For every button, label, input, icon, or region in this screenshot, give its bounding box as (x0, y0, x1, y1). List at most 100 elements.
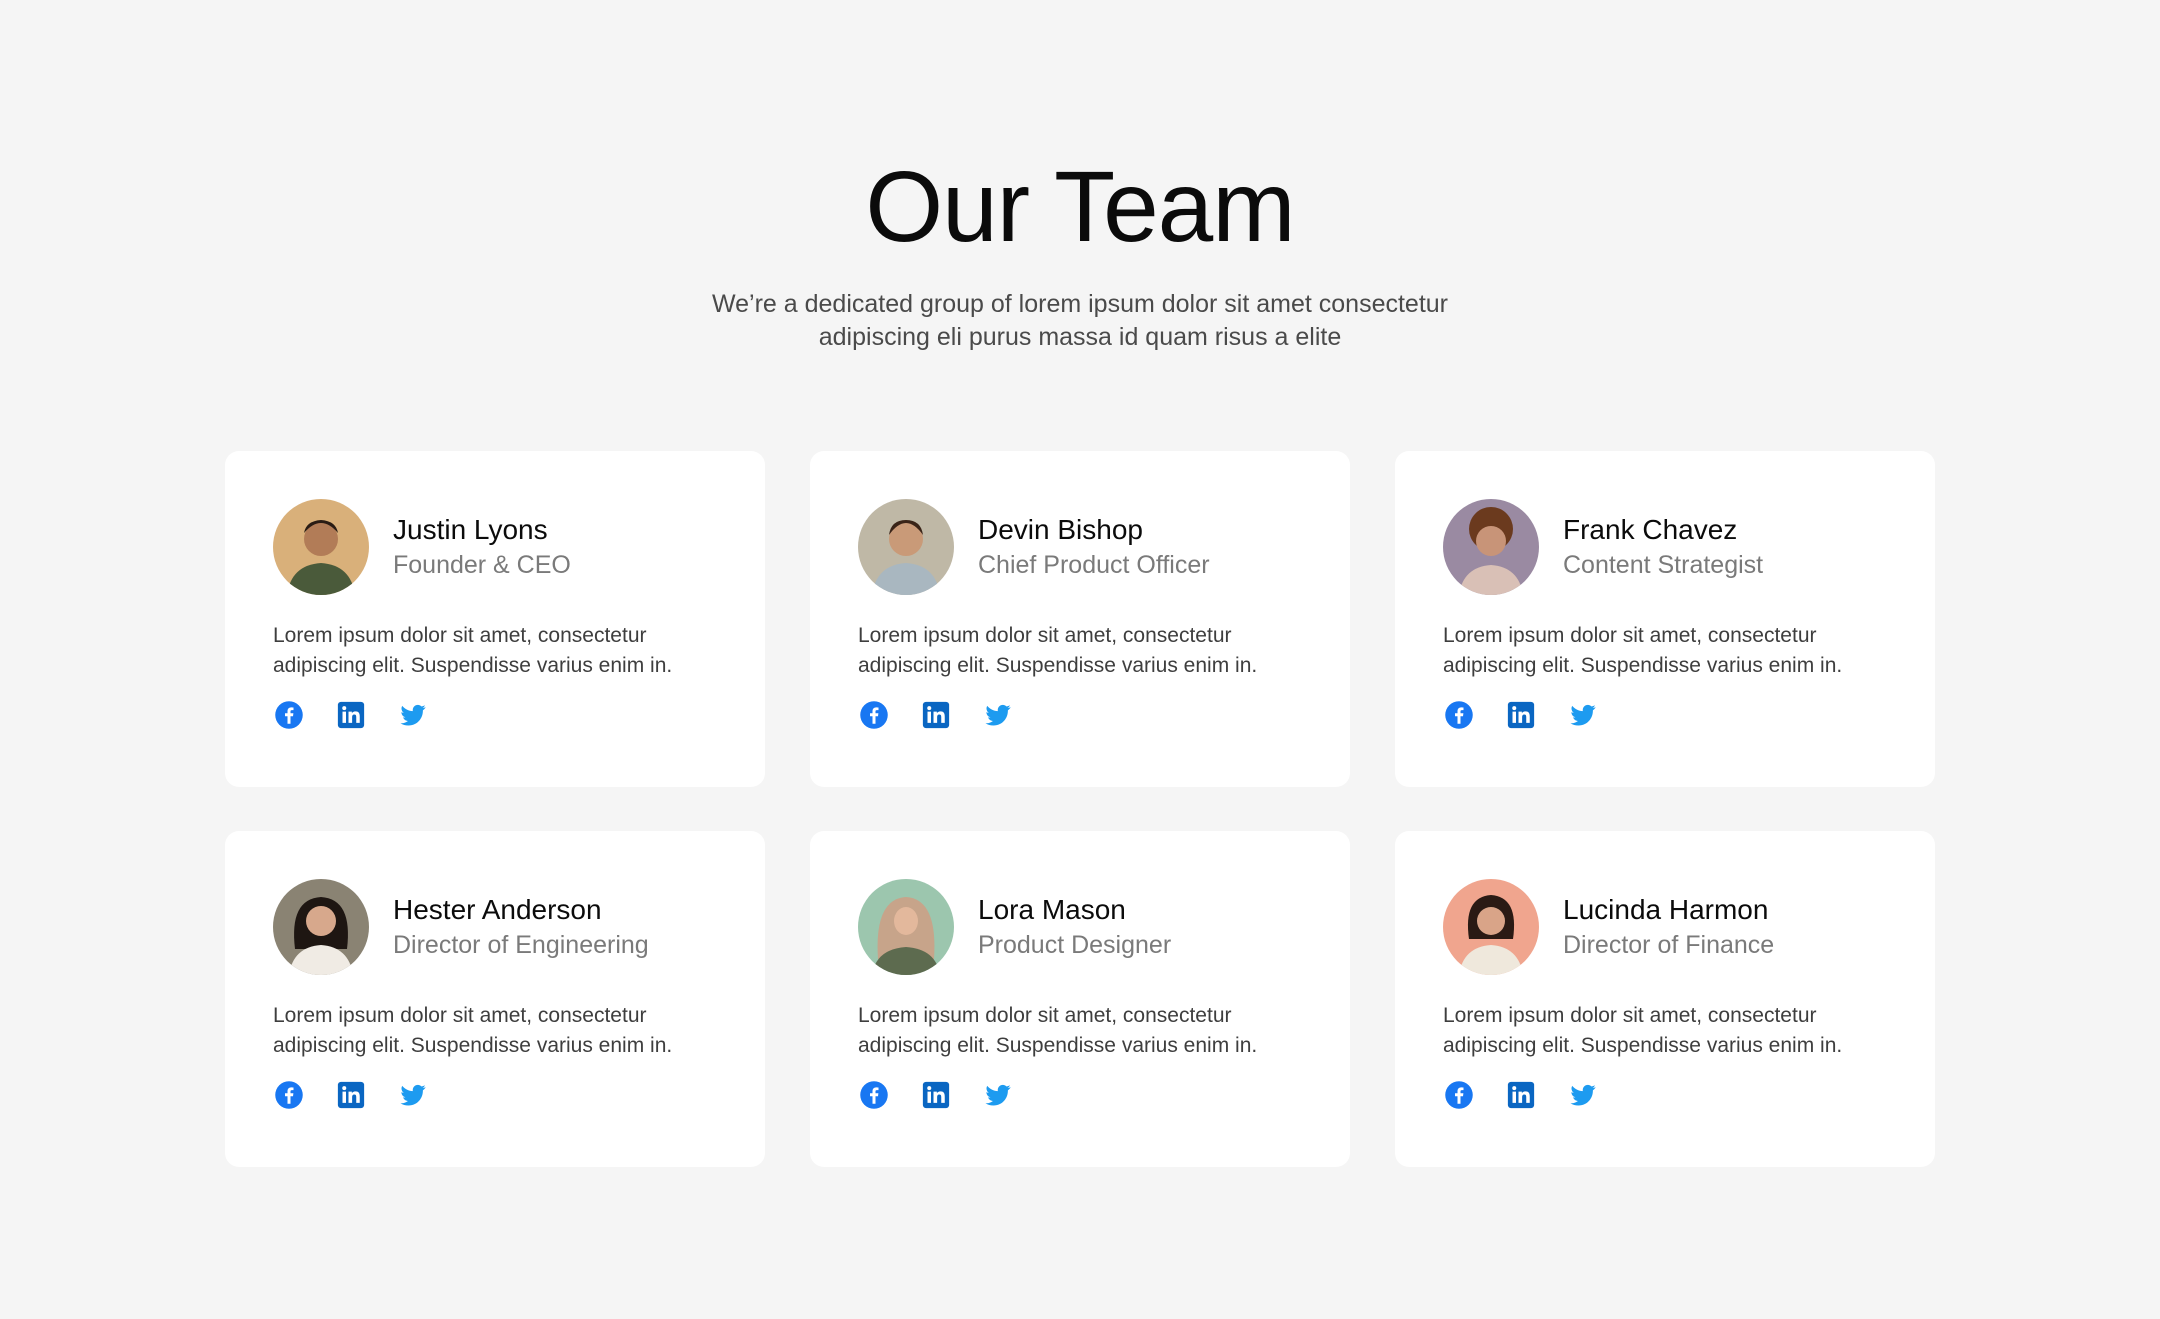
avatar-portrait (858, 879, 954, 975)
social-links (273, 1079, 717, 1111)
twitter-link[interactable] (1567, 699, 1599, 731)
facebook-link[interactable] (858, 699, 890, 731)
social-links (273, 699, 717, 731)
facebook-link[interactable] (273, 699, 305, 731)
twitter-icon (400, 704, 426, 726)
twitter-link[interactable] (982, 699, 1014, 731)
linkedin-link[interactable] (335, 699, 367, 731)
member-bio: Lorem ipsum dolor sit amet, consectetur … (1443, 621, 1893, 681)
social-links (1443, 1079, 1887, 1111)
card-header: Devin Bishop Chief Product Officer (858, 499, 1302, 595)
member-name: Justin Lyons (393, 514, 548, 545)
bio-line-1: Lorem ipsum dolor sit amet, consectetur (1443, 1004, 1817, 1027)
avatar (858, 499, 954, 595)
twitter-link[interactable] (397, 1079, 429, 1111)
avatar (1443, 879, 1539, 975)
member-bio: Lorem ipsum dolor sit amet, consectetur … (273, 621, 723, 681)
member-name: Hester Anderson (393, 894, 602, 925)
member-identity: Justin Lyons Founder & CEO (393, 512, 571, 582)
twitter-icon (400, 1084, 426, 1106)
social-links (858, 699, 1302, 731)
facebook-link[interactable] (1443, 699, 1475, 731)
team-section: Our Team We’re a dedicated group of lore… (0, 0, 2160, 1319)
member-identity: Hester Anderson Director of Engineering (393, 892, 649, 962)
twitter-icon (1570, 704, 1596, 726)
social-links (1443, 699, 1887, 731)
card-header: Lucinda Harmon Director of Finance (1443, 879, 1887, 975)
twitter-link[interactable] (397, 699, 429, 731)
avatar-portrait (1443, 499, 1539, 595)
card-header: Frank Chavez Content Strategist (1443, 499, 1887, 595)
facebook-icon (1445, 1081, 1473, 1109)
avatar-portrait (1443, 879, 1539, 975)
member-name: Lora Mason (978, 894, 1126, 925)
linkedin-icon (1507, 701, 1535, 729)
bio-line-2: adipiscing elit. Suspendisse varius enim… (1443, 654, 1843, 677)
member-bio: Lorem ipsum dolor sit amet, consectetur … (858, 1001, 1308, 1061)
avatar (858, 879, 954, 975)
facebook-icon (275, 701, 303, 729)
linkedin-link[interactable] (335, 1079, 367, 1111)
twitter-link[interactable] (1567, 1079, 1599, 1111)
card-header: Lora Mason Product Designer (858, 879, 1302, 975)
linkedin-link[interactable] (920, 699, 952, 731)
member-role: Director of Finance (1563, 931, 1775, 959)
team-card-devin-bishop: Devin Bishop Chief Product Officer Lorem… (810, 451, 1350, 787)
member-identity: Lucinda Harmon Director of Finance (1563, 892, 1774, 962)
team-card-frank-chavez: Frank Chavez Content Strategist Lorem ip… (1395, 451, 1935, 787)
team-card-hester-anderson: Hester Anderson Director of Engineering … (225, 831, 765, 1167)
member-bio: Lorem ipsum dolor sit amet, consectetur … (858, 621, 1308, 681)
member-role: Product Designer (978, 931, 1172, 959)
bio-line-1: Lorem ipsum dolor sit amet, consectetur (273, 624, 647, 647)
member-bio: Lorem ipsum dolor sit amet, consectetur … (1443, 1001, 1893, 1061)
card-header: Justin Lyons Founder & CEO (273, 499, 717, 595)
member-bio: Lorem ipsum dolor sit amet, consectetur … (273, 1001, 723, 1061)
linkedin-link[interactable] (1505, 699, 1537, 731)
bio-line-1: Lorem ipsum dolor sit amet, consectetur (858, 1004, 1232, 1027)
facebook-link[interactable] (858, 1079, 890, 1111)
twitter-icon (1570, 1084, 1596, 1106)
twitter-link[interactable] (982, 1079, 1014, 1111)
linkedin-icon (922, 1081, 950, 1109)
twitter-icon (985, 1084, 1011, 1106)
avatar (273, 879, 369, 975)
avatar (273, 499, 369, 595)
social-links (858, 1079, 1302, 1111)
facebook-icon (860, 1081, 888, 1109)
facebook-link[interactable] (273, 1079, 305, 1111)
facebook-link[interactable] (1443, 1079, 1475, 1111)
card-header: Hester Anderson Director of Engineering (273, 879, 717, 975)
team-card-justin-lyons: Justin Lyons Founder & CEO Lorem ipsum d… (225, 451, 765, 787)
subtitle-line-2: adipiscing eli purus massa id quam risus… (818, 323, 1342, 351)
page-title: Our Team (865, 151, 1295, 263)
subtitle-line-1: We’re a dedicated group of lorem ipsum d… (711, 290, 1448, 318)
facebook-icon (275, 1081, 303, 1109)
team-grid: Justin Lyons Founder & CEO Lorem ipsum d… (225, 451, 1935, 1167)
avatar-portrait (273, 879, 369, 975)
linkedin-icon (1507, 1081, 1535, 1109)
bio-line-2: adipiscing elit. Suspendisse varius enim… (858, 654, 1258, 677)
member-role: Founder & CEO (393, 551, 571, 579)
linkedin-icon (922, 701, 950, 729)
member-role: Chief Product Officer (978, 551, 1210, 579)
bio-line-2: adipiscing elit. Suspendisse varius enim… (273, 654, 673, 677)
avatar-portrait (858, 499, 954, 595)
member-identity: Devin Bishop Chief Product Officer (978, 512, 1210, 582)
member-identity: Lora Mason Product Designer (978, 892, 1171, 962)
member-identity: Frank Chavez Content Strategist (1563, 512, 1763, 582)
bio-line-1: Lorem ipsum dolor sit amet, consectetur (858, 624, 1232, 647)
member-name: Frank Chavez (1563, 514, 1738, 545)
avatar-portrait (273, 499, 369, 595)
member-name: Devin Bishop (978, 514, 1143, 545)
team-card-lora-mason: Lora Mason Product Designer Lorem ipsum … (810, 831, 1350, 1167)
linkedin-icon (337, 1081, 365, 1109)
bio-line-2: adipiscing elit. Suspendisse varius enim… (858, 1034, 1258, 1057)
linkedin-link[interactable] (920, 1079, 952, 1111)
facebook-icon (1445, 701, 1473, 729)
linkedin-link[interactable] (1505, 1079, 1537, 1111)
bio-line-1: Lorem ipsum dolor sit amet, consectetur (1443, 624, 1817, 647)
bio-line-2: adipiscing elit. Suspendisse varius enim… (1443, 1034, 1843, 1057)
member-role: Content Strategist (1563, 551, 1764, 579)
bio-line-1: Lorem ipsum dolor sit amet, consectetur (273, 1004, 647, 1027)
linkedin-icon (337, 701, 365, 729)
